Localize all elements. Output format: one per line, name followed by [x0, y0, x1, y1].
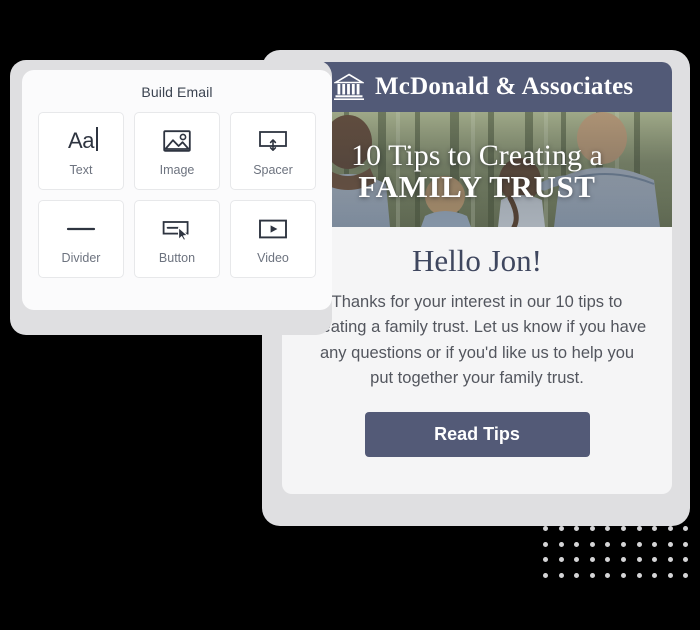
- decorative-dot: [605, 572, 611, 578]
- block-tile-label: Video: [257, 250, 289, 265]
- email-header-bar: McDonald & Associates: [282, 62, 672, 112]
- decorative-dot: [558, 557, 564, 563]
- decorative-dot: [636, 541, 642, 547]
- block-tile-spacer[interactable]: Spacer: [230, 112, 316, 190]
- decorative-dot: [574, 557, 580, 563]
- hero-headline-line2: FAMILY TRUST: [358, 169, 596, 205]
- email-hero-image: 10 Tips to Creating a FAMILY TRUST: [282, 112, 672, 227]
- text-icon-glyph: Aa: [68, 126, 98, 153]
- block-tile-label: Divider: [61, 250, 101, 265]
- decorative-dot: [543, 526, 548, 531]
- decorative-dot: [605, 557, 611, 563]
- decorative-dot: [574, 572, 580, 578]
- decorative-dot: [683, 541, 689, 547]
- decorative-dot: [589, 526, 595, 531]
- hero-headline-line1: 10 Tips to Creating a: [351, 138, 603, 172]
- decorative-dot: [605, 526, 611, 531]
- decorative-dot: [589, 572, 595, 578]
- decorative-dot: [652, 557, 658, 563]
- spacer-icon: [258, 126, 288, 156]
- hero-headline: 10 Tips to Creating a FAMILY TRUST: [282, 112, 672, 227]
- block-tile-label: Spacer: [253, 162, 293, 177]
- decorative-dot: [589, 557, 595, 563]
- video-icon: [258, 214, 288, 244]
- decorative-dot: [667, 526, 673, 531]
- decorative-dot: [543, 557, 548, 563]
- divider-icon: [66, 214, 96, 244]
- decorative-dot: [543, 572, 548, 578]
- decorative-dot: [621, 541, 626, 547]
- block-tile-label: Text: [69, 162, 93, 177]
- decorative-dot: [558, 572, 564, 578]
- decorative-dot: [683, 557, 689, 563]
- decorative-dot: [558, 541, 564, 547]
- block-tile-text[interactable]: Aa Text: [38, 112, 124, 190]
- decorative-dot: [636, 572, 642, 578]
- email-cta-container: Read Tips: [306, 392, 648, 457]
- decorative-dot: [574, 526, 580, 531]
- decorative-dot: [621, 526, 626, 531]
- build-email-block-grid: Aa Text Image Spacer Divider Button Vide…: [38, 112, 316, 278]
- block-tile-divider[interactable]: Divider: [38, 200, 124, 278]
- email-greeting: Hello Jon!: [411, 243, 542, 278]
- decorative-dot: [667, 557, 673, 563]
- email-body: Hello Jon! Thanks for your interest in o…: [282, 227, 672, 457]
- block-tile-image[interactable]: Image: [134, 112, 220, 190]
- decorative-dot: [605, 541, 611, 547]
- decorative-dot: [636, 526, 642, 531]
- decorative-dot: [543, 541, 548, 547]
- block-tile-video[interactable]: Video: [230, 200, 316, 278]
- block-tile-label: Button: [158, 250, 196, 265]
- email-preview-card: McDonald & Associates 10 Tips to Creatin…: [282, 62, 672, 494]
- screenshot-stage: McDonald & Associates 10 Tips to Creatin…: [0, 0, 700, 630]
- decorative-dot: [652, 572, 658, 578]
- email-paragraph: Thanks for your interest in our 10 tips …: [307, 292, 647, 388]
- decorative-dot: [574, 541, 580, 547]
- image-icon: [163, 126, 191, 156]
- decorative-dot: [667, 541, 673, 547]
- build-email-title: Build Email: [141, 84, 213, 100]
- decorative-dot: [683, 526, 689, 531]
- decorative-dot: [667, 572, 673, 578]
- build-email-panel: Build Email Aa Text Image Spacer Divider…: [22, 70, 332, 310]
- decorative-dot: [683, 572, 689, 578]
- decorative-dot: [621, 557, 626, 563]
- decorative-dot: [589, 541, 595, 547]
- decorative-dot: [636, 557, 642, 563]
- decorative-dot: [652, 526, 658, 531]
- decorative-dot: [558, 526, 564, 531]
- brand-name: McDonald & Associates: [375, 73, 634, 100]
- block-tile-label: Image: [159, 162, 195, 177]
- decorative-dot: [652, 541, 658, 547]
- button-icon: [162, 214, 192, 244]
- block-tile-button[interactable]: Button: [134, 200, 220, 278]
- bank-building-icon: [334, 73, 364, 100]
- read-tips-button[interactable]: Read Tips: [364, 411, 590, 457]
- decorative-dot: [621, 572, 626, 578]
- text-icon: Aa: [68, 126, 98, 156]
